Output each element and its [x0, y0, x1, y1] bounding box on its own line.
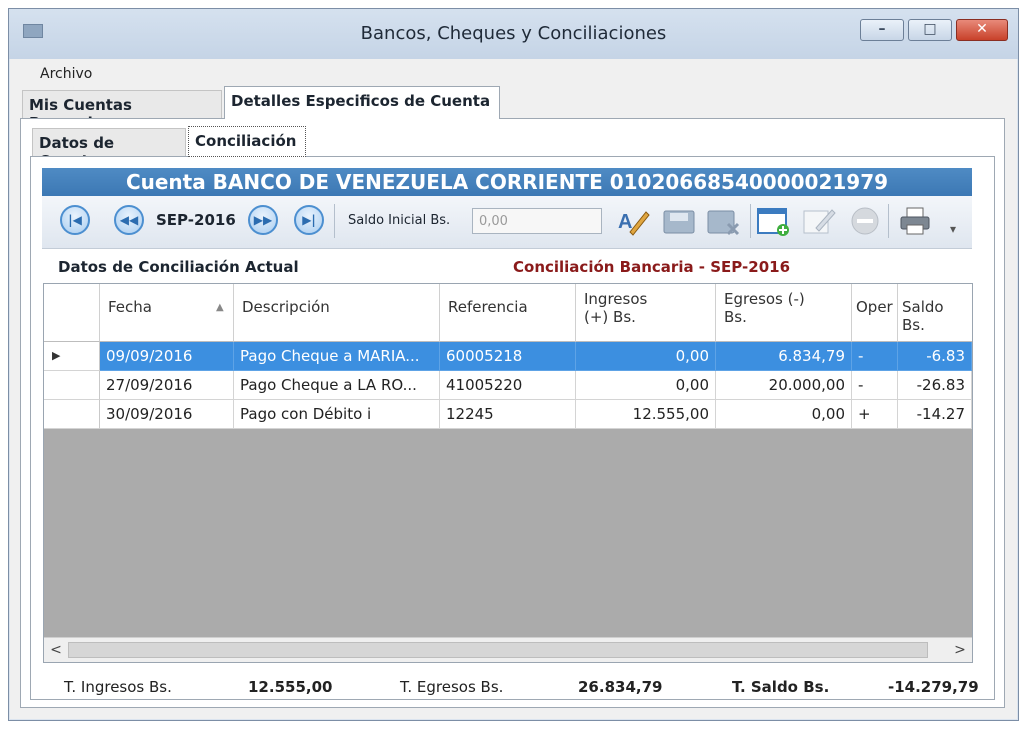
cell-oper[interactable]: -: [852, 371, 898, 400]
section-title-right: Conciliación Bancaria - SEP-2016: [513, 258, 791, 276]
row-selector[interactable]: [44, 371, 100, 400]
cell-egresos[interactable]: 20.000,00: [716, 371, 852, 400]
saldo-inicial-label: Saldo Inicial Bs.: [348, 213, 451, 228]
maximize-button[interactable]: □: [908, 19, 952, 41]
toolbar-separator-2: [750, 204, 751, 238]
cell-ingresos[interactable]: 0,00: [576, 342, 716, 371]
total-saldo-label: T. Saldo Bs.: [732, 678, 830, 696]
save-close-icon[interactable]: [706, 206, 740, 236]
cell-ingresos[interactable]: 0,00: [576, 371, 716, 400]
total-egresos-value: 26.834,79: [578, 678, 663, 696]
window-controls: – □ ✕: [856, 19, 1008, 41]
cell-descripcion[interactable]: Pago con Débito i: [234, 400, 440, 429]
cell-oper[interactable]: -: [852, 342, 898, 371]
total-ingresos-value: 12.555,00: [248, 678, 333, 696]
toolbar: |◀ ◀◀ SEP-2016 ▶▶ ▶| Saldo Inicial Bs. A…: [42, 196, 972, 249]
maximize-icon: □: [923, 21, 937, 37]
cell-fecha[interactable]: 30/09/2016: [100, 400, 234, 429]
save-icon[interactable]: [662, 206, 696, 236]
last-period-button[interactable]: ▶|: [294, 205, 324, 235]
header-referencia[interactable]: Referencia: [440, 284, 576, 342]
cell-egresos[interactable]: 6.834,79: [716, 342, 852, 371]
cell-descripcion[interactable]: Pago Cheque a MARIA...: [234, 342, 440, 371]
header-fecha-label: Fecha: [108, 298, 152, 316]
row-selector-icon[interactable]: ▶: [44, 342, 100, 371]
edit-record-icon[interactable]: [802, 206, 836, 236]
close-icon: ✕: [976, 21, 988, 37]
table-row[interactable]: ▶ 09/09/2016 Pago Cheque a MARIA... 6000…: [44, 342, 972, 371]
toolbar-overflow-icon[interactable]: ▾: [950, 222, 956, 236]
header-oper[interactable]: Oper: [852, 284, 898, 342]
cell-saldo[interactable]: -26.83: [898, 371, 972, 400]
first-period-button[interactable]: |◀: [60, 205, 90, 235]
grid-corner: [44, 284, 100, 342]
minimize-icon: –: [878, 21, 886, 37]
svg-text:A: A: [618, 211, 632, 233]
tab-detalles-cuenta[interactable]: Detalles Especificos de Cuenta: [224, 86, 500, 119]
saldo-inicial-input[interactable]: [472, 208, 602, 234]
cell-referencia[interactable]: 60005218: [440, 342, 576, 371]
cell-ingresos[interactable]: 12.555,00: [576, 400, 716, 429]
cell-referencia[interactable]: 41005220: [440, 371, 576, 400]
edit-pen-icon[interactable]: A: [616, 206, 650, 236]
current-period: SEP-2016: [156, 211, 236, 229]
print-icon[interactable]: [898, 206, 932, 236]
header-descripcion[interactable]: Descripción: [234, 284, 440, 342]
tab-datos-cuenta[interactable]: Datos de Cuenta: [32, 128, 186, 170]
section-title-left: Datos de Conciliación Actual: [58, 258, 299, 276]
cell-descripcion[interactable]: Pago Cheque a LA RO...: [234, 371, 440, 400]
tab-conciliacion[interactable]: Conciliación: [188, 126, 306, 157]
tab-mis-cuentas[interactable]: Mis Cuentas Bancarias: [22, 90, 222, 132]
header-fecha[interactable]: Fecha ▲: [100, 284, 234, 342]
table-row[interactable]: 27/09/2016 Pago Cheque a LA RO... 410052…: [44, 371, 972, 400]
toolbar-separator-3: [888, 204, 889, 238]
sort-ascending-icon: ▲: [216, 302, 224, 313]
next-period-button[interactable]: ▶▶: [248, 205, 278, 235]
horizontal-scrollbar[interactable]: < >: [44, 637, 972, 662]
transactions-grid: Fecha ▲ Descripción Referencia Ingresos …: [43, 283, 973, 663]
cell-egresos[interactable]: 0,00: [716, 400, 852, 429]
prev-period-button[interactable]: ◀◀: [114, 205, 144, 235]
account-header: Cuenta BANCO DE VENEZUELA CORRIENTE 0102…: [42, 168, 972, 196]
total-ingresos-label: T. Ingresos Bs.: [64, 678, 172, 696]
cell-saldo[interactable]: -6.83: [898, 342, 972, 371]
total-egresos-label: T. Egresos Bs.: [400, 678, 504, 696]
delete-record-icon[interactable]: [848, 206, 882, 236]
scroll-left-icon[interactable]: <: [46, 640, 66, 660]
header-ingresos[interactable]: Ingresos (+) Bs.: [576, 284, 716, 342]
scroll-right-icon[interactable]: >: [950, 640, 970, 660]
new-record-icon[interactable]: [756, 206, 790, 236]
minimize-button[interactable]: –: [860, 19, 904, 41]
close-button[interactable]: ✕: [956, 19, 1008, 41]
header-saldo[interactable]: Saldo Bs.: [898, 284, 972, 342]
menu-archivo[interactable]: Archivo: [40, 66, 92, 82]
cell-saldo[interactable]: -14.27: [898, 400, 972, 429]
cell-oper[interactable]: +: [852, 400, 898, 429]
cell-fecha[interactable]: 09/09/2016: [100, 342, 234, 371]
menu-bar: Archivo: [10, 59, 1017, 89]
total-saldo-value: -14.279,79: [888, 678, 979, 696]
scrollbar-thumb[interactable]: [68, 642, 928, 658]
row-selector[interactable]: [44, 400, 100, 429]
table-row[interactable]: 30/09/2016 Pago con Débito i 12245 12.55…: [44, 400, 972, 429]
title-bar[interactable]: Bancos, Cheques y Conciliaciones – □ ✕: [9, 9, 1018, 59]
toolbar-separator: [334, 204, 335, 238]
cell-fecha[interactable]: 27/09/2016: [100, 371, 234, 400]
header-egresos[interactable]: Egresos (-) Bs.: [716, 284, 852, 342]
cell-referencia[interactable]: 12245: [440, 400, 576, 429]
